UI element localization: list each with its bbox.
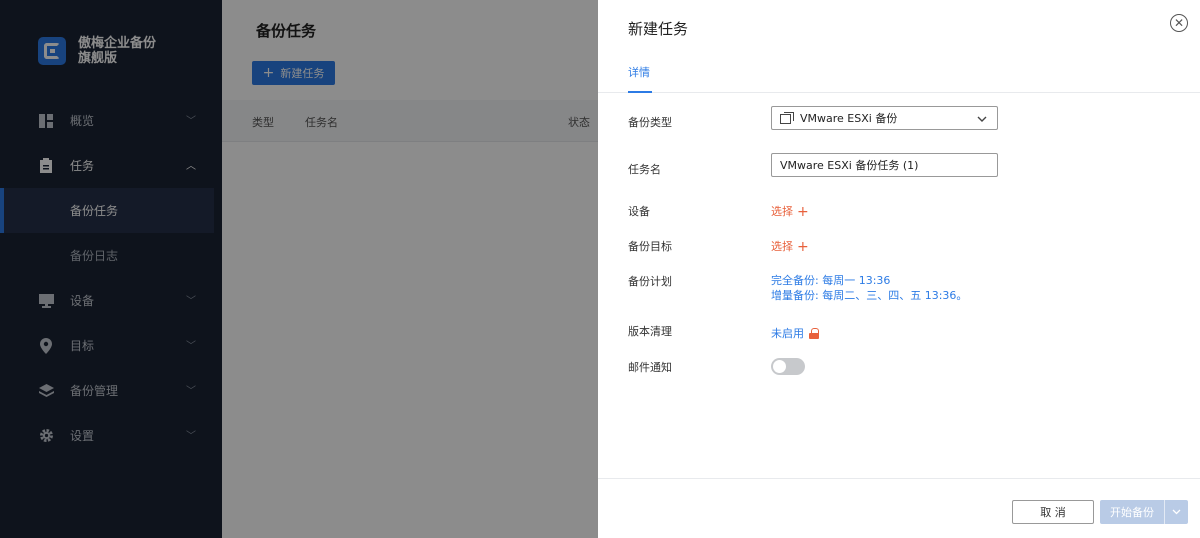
toggle-knob (773, 360, 786, 373)
start-backup-button[interactable]: 开始备份 (1100, 500, 1188, 524)
backup-type-label: 备份类型 (628, 116, 672, 129)
drawer-title: 新建任务 (628, 20, 689, 38)
schedule-label: 备份计划 (628, 275, 672, 288)
chevron-down-icon (977, 112, 987, 125)
close-icon[interactable]: ✕ (1170, 14, 1188, 32)
task-name-label: 任务名 (628, 163, 661, 176)
drawer-footer: 取 消 开始备份 (598, 478, 1200, 538)
backup-type-select[interactable]: VMware ESXi 备份 (771, 106, 998, 130)
chevron-down-icon[interactable] (1165, 507, 1188, 518)
target-label: 备份目标 (628, 240, 672, 253)
version-cleanup-link[interactable]: 未启用 (771, 325, 819, 341)
vmware-icon (780, 112, 794, 124)
select-target-link[interactable]: 选择 + (771, 238, 809, 255)
email-label: 邮件通知 (628, 361, 672, 374)
new-task-drawer: 新建任务 ✕ 详情 备份类型 VMware ESXi 备份 任务名 设备 选择+… (598, 0, 1200, 538)
schedule-link[interactable]: 完全备份: 每周一 13:36 增量备份: 每周二、三、四、五 13:36。 (771, 273, 967, 303)
plus-icon: + (797, 204, 809, 220)
plus-icon: + (797, 239, 809, 255)
schedule-full: 完全备份: 每周一 13:36 (771, 274, 891, 287)
tab-details[interactable]: 详情 (628, 64, 652, 93)
lock-icon (809, 327, 819, 339)
device-label: 设备 (628, 205, 650, 218)
version-cleanup-label: 版本清理 (628, 325, 672, 338)
task-name-input[interactable] (771, 153, 998, 177)
select-device-link[interactable]: 选择 + (771, 203, 809, 220)
drawer-tabs: 详情 (598, 55, 1200, 93)
cancel-button[interactable]: 取 消 (1012, 500, 1094, 524)
schedule-incremental: 增量备份: 每周二、三、四、五 13:36。 (771, 289, 968, 302)
email-notification-toggle[interactable] (771, 358, 805, 375)
